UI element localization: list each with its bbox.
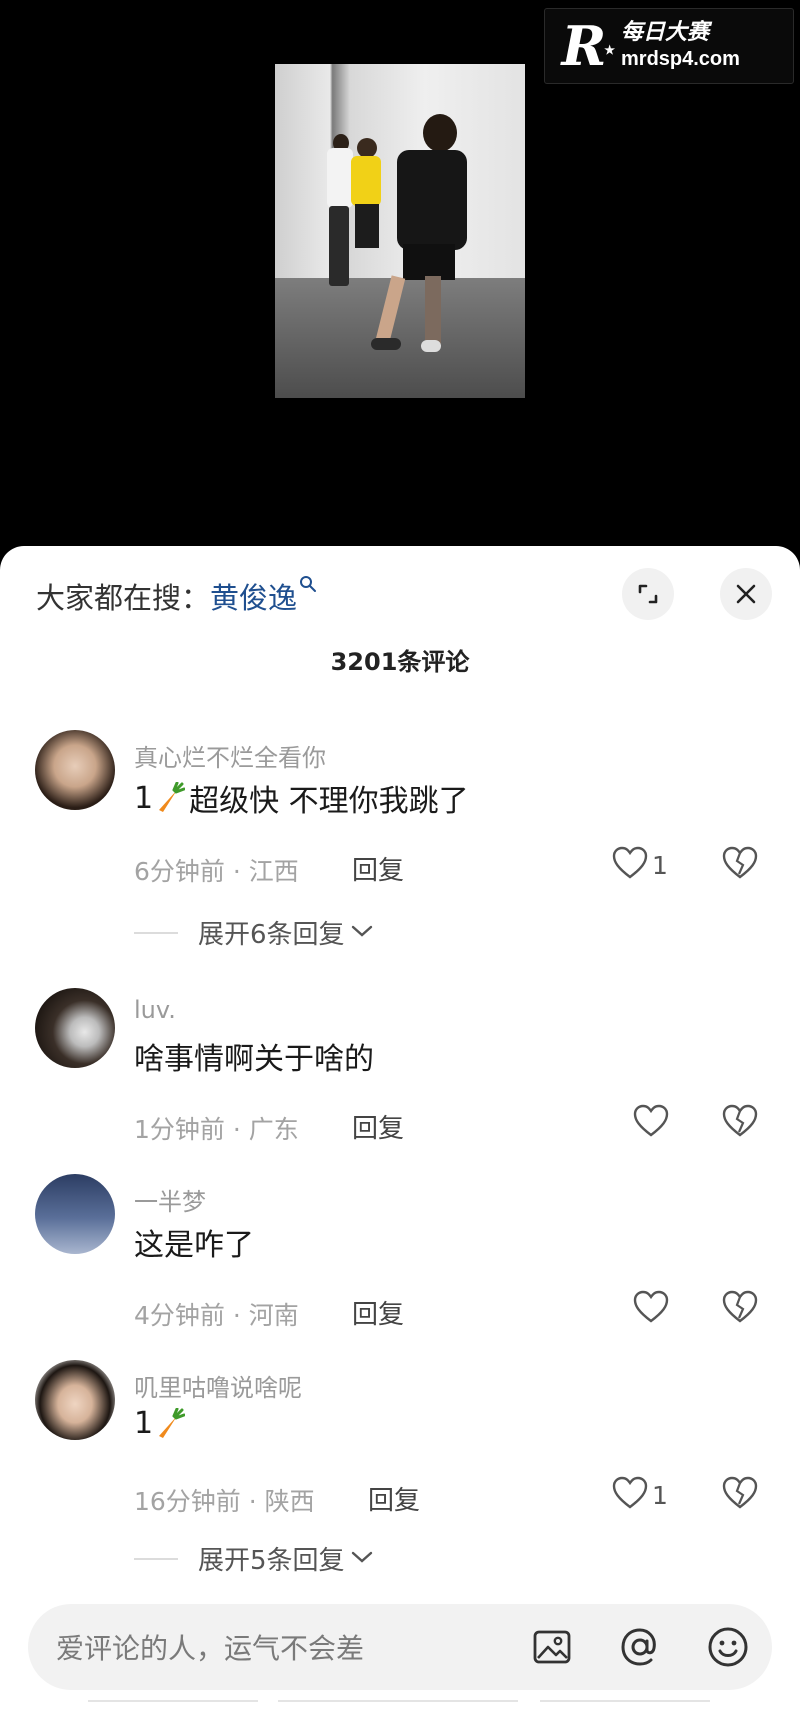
reply-button[interactable]: 回复 (352, 850, 404, 887)
star-icon: ★ (604, 43, 615, 57)
carrot-emoji-icon (155, 781, 186, 814)
avatar[interactable] (35, 730, 115, 810)
search-icon (299, 575, 317, 598)
avatar[interactable] (35, 1174, 115, 1254)
watermark-logo-letter: R (561, 14, 607, 78)
reply-button[interactable]: 回复 (352, 1108, 404, 1145)
broken-heart-icon (722, 846, 758, 884)
heart-icon (633, 1104, 669, 1142)
like-button[interactable] (633, 1290, 669, 1328)
heart-icon (612, 1476, 648, 1514)
carrot-emoji-icon (155, 1407, 186, 1440)
close-button[interactable] (720, 568, 772, 620)
reply-button[interactable]: 回复 (368, 1480, 420, 1517)
heart-icon (612, 846, 648, 884)
username[interactable]: 叽里咕噜说啥呢 (134, 1368, 302, 1403)
username[interactable]: luv. (134, 996, 176, 1024)
watermark-brand-cn: 每日大赛 (621, 20, 710, 45)
trending-search-term[interactable]: 黄俊逸 (210, 575, 297, 617)
video-person (425, 276, 441, 344)
divider (88, 1700, 258, 1702)
video-person (357, 138, 377, 158)
comment-body: 这是咋了 (134, 1228, 254, 1263)
emoji-icon[interactable] (706, 1625, 750, 1669)
divider (540, 1700, 710, 1702)
close-icon (735, 583, 757, 605)
comment-text: 啥事情啊关于啥的 (134, 1034, 374, 1078)
broken-heart-icon (722, 1476, 758, 1514)
heart-icon (633, 1290, 669, 1328)
image-icon[interactable] (530, 1625, 574, 1669)
video-person (355, 204, 379, 248)
expand-button[interactable] (622, 568, 674, 620)
trending-search[interactable]: 大家都在搜： 黄俊逸 (36, 575, 317, 617)
avatar[interactable] (35, 988, 115, 1068)
chevron-down-icon (351, 1549, 373, 1568)
comment-prefix: 1 (134, 780, 154, 816)
divider (134, 931, 178, 934)
video-person (423, 114, 457, 152)
expand-replies-button[interactable]: 展开5条回复 (134, 1540, 373, 1577)
expand-replies-label: 展开6条回复 (198, 920, 345, 950)
at-icon[interactable] (618, 1625, 662, 1669)
chevron-down-icon (351, 923, 373, 942)
comment-body: 超级快 不理你我跳了 (189, 784, 469, 819)
like-count: 1 (652, 1480, 668, 1510)
expand-icon (636, 582, 660, 606)
comment-sheet: 大家都在搜： 黄俊逸 3201条评论 真心烂不烂全看你 1 超级快 不理你我跳了… (0, 546, 800, 1710)
comment-meta: 16分钟前 · 陕西 (134, 1487, 315, 1516)
dislike-button[interactable] (722, 1104, 758, 1142)
comment-input-bar (28, 1604, 772, 1692)
video-person (403, 244, 455, 280)
like-count: 1 (652, 850, 668, 880)
trending-search-prefix: 大家都在搜： (36, 581, 211, 615)
video-person (329, 206, 349, 286)
comment-meta: 1分钟前 · 广东 (134, 1115, 299, 1144)
video-person (351, 156, 381, 206)
expand-replies-button[interactable]: 展开6条回复 (134, 914, 373, 951)
watermark: R ★ 每日大赛 mrdsp4.com (544, 8, 794, 84)
video-person (327, 148, 353, 208)
broken-heart-icon (722, 1104, 758, 1142)
divider (134, 1557, 178, 1560)
video-frame (275, 64, 525, 398)
comment-text: 1 (134, 1406, 189, 1441)
avatar[interactable] (35, 1360, 115, 1440)
comment-text: 这是咋了 (134, 1220, 254, 1264)
like-button[interactable]: 1 (612, 846, 668, 884)
dislike-button[interactable] (722, 1476, 758, 1514)
video-person (421, 340, 441, 352)
reply-button[interactable]: 回复 (352, 1294, 404, 1331)
comment-prefix: 1 (134, 1406, 154, 1441)
divider (278, 1700, 518, 1702)
like-button[interactable]: 1 (612, 1476, 668, 1514)
watermark-text: 每日大赛 mrdsp4.com (621, 20, 740, 72)
video-person (371, 338, 401, 350)
comment-input[interactable] (54, 1604, 528, 1692)
bottom-strip (0, 1696, 800, 1710)
comment-count-title: 3201条评论 (330, 648, 470, 676)
dislike-button[interactable] (722, 846, 758, 884)
video-person (397, 150, 467, 250)
username[interactable]: 真心烂不烂全看你 (134, 738, 326, 773)
expand-replies-label: 展开5条回复 (198, 1546, 345, 1576)
comment-body: 啥事情啊关于啥的 (134, 1042, 374, 1077)
video-player[interactable] (0, 0, 800, 560)
watermark-logo: R ★ (555, 14, 615, 78)
comment-meta: 6分钟前 · 江西 (134, 857, 299, 886)
comment-meta: 4分钟前 · 河南 (134, 1301, 299, 1330)
dislike-button[interactable] (722, 1290, 758, 1328)
watermark-url: mrdsp4.com (621, 48, 740, 70)
like-button[interactable] (633, 1104, 669, 1142)
comment-text: 1 超级快 不理你我跳了 (134, 776, 469, 820)
username[interactable]: 一半梦 (134, 1182, 206, 1217)
broken-heart-icon (722, 1290, 758, 1328)
